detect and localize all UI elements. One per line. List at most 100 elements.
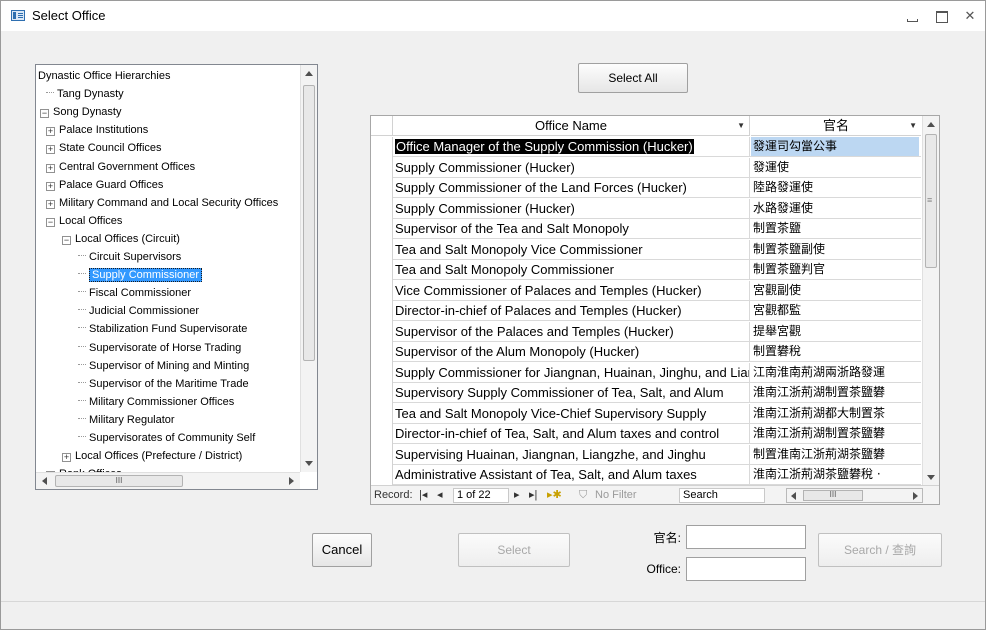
tree-item[interactable]: Military Regulator <box>78 412 175 429</box>
column-header-office-name[interactable]: Office Name ▼ <box>393 116 750 136</box>
tree-item[interactable]: + Palace Institutions <box>46 122 148 139</box>
chinese-name-cell[interactable]: 發運司勾當公事 <box>751 137 919 156</box>
tree-item[interactable]: Supervisorates of Community Self <box>78 430 255 447</box>
grid-search-field[interactable]: Search <box>679 488 765 503</box>
first-record-button[interactable]: |◂ <box>419 486 427 504</box>
tree-item[interactable]: Stabilization Fund Supervisorate <box>78 321 247 338</box>
expand-icon[interactable]: + <box>62 453 71 463</box>
chinese-name-cell[interactable]: 淮南江浙荊湖制置茶鹽礬 <box>751 383 919 402</box>
table-row[interactable]: Tea and Salt Monopoly Vice-Chief Supervi… <box>393 403 921 424</box>
chinese-name-cell[interactable]: 淮南江浙荊湖制置茶鹽礬 <box>751 424 919 443</box>
select-button[interactable]: Select <box>458 533 570 567</box>
table-row[interactable]: Director-in-chief of Palaces and Temples… <box>393 301 921 322</box>
tree-item[interactable]: Supervisorate of Horse Trading <box>78 340 241 357</box>
tree-item[interactable]: + Local Offices (Prefecture / District) <box>62 448 242 465</box>
table-row[interactable]: Vice Commissioner of Palaces and Temples… <box>393 280 921 301</box>
expand-icon[interactable]: + <box>46 181 55 191</box>
chinese-name-cell[interactable]: 制置茶鹽副使 <box>751 240 919 259</box>
chinese-name-cell[interactable]: 制置茶鹽 <box>751 219 919 238</box>
record-selector-column[interactable] <box>371 137 393 486</box>
table-row[interactable]: Supervisor of the Tea and Salt Monopoly 制… <box>393 219 921 240</box>
office-name-cell[interactable]: Office Manager of the Supply Commission … <box>393 137 750 156</box>
chinese-name-cell[interactable]: 宮觀副使 <box>751 281 919 300</box>
office-name-cell[interactable]: Supply Commissioner (Hucker) <box>393 157 750 177</box>
scroll-up-icon[interactable] <box>305 71 313 76</box>
minimize-button[interactable] <box>905 9 919 23</box>
tree-hscroll-thumb[interactable]: III <box>55 475 183 487</box>
chinese-name-input[interactable] <box>686 525 806 549</box>
chinese-name-cell[interactable]: 制置茶鹽判官 <box>751 260 919 279</box>
table-row[interactable]: Supply Commissioner (Hucker) 水路發運使 <box>393 198 921 219</box>
expand-icon[interactable]: + <box>46 199 55 209</box>
select-all-button[interactable]: Select All <box>578 63 688 93</box>
close-button[interactable]: ✕ <box>963 9 977 23</box>
tree-item[interactable]: Tang Dynasty <box>46 86 124 103</box>
office-name-cell[interactable]: Supervisor of the Alum Monopoly (Hucker) <box>393 342 750 361</box>
office-name-cell[interactable]: Supply Commissioner for Jiangnan, Huaina… <box>393 362 750 382</box>
table-row[interactable]: Supervisor of the Palaces and Temples (H… <box>393 321 921 342</box>
chinese-name-cell[interactable]: 制置淮南江浙荊湖茶鹽礬 <box>751 445 919 464</box>
tree-item[interactable]: − Song Dynasty <box>40 104 121 121</box>
expand-icon[interactable]: + <box>46 163 55 173</box>
office-results-grid[interactable]: Office Name ▼ 官名 ▼ Office Manager of the… <box>370 115 940 505</box>
scroll-right-icon[interactable] <box>289 477 294 485</box>
grid-hscroll-thumb[interactable]: III <box>803 490 863 501</box>
office-name-cell[interactable]: Vice Commissioner of Palaces and Temples… <box>393 280 750 300</box>
previous-record-button[interactable]: ◂ <box>437 486 443 504</box>
chinese-name-cell[interactable]: 陸路發運使 <box>751 178 919 197</box>
table-row[interactable]: Supervising Huainan, Jiangnan, Liangzhe,… <box>393 444 921 465</box>
tree-item[interactable]: Circuit Supervisors <box>78 249 181 266</box>
last-record-button[interactable]: ▸| <box>529 486 537 504</box>
office-name-cell[interactable]: Tea and Salt Monopoly Commissioner <box>393 260 750 279</box>
expand-icon[interactable]: + <box>46 127 55 137</box>
cancel-button[interactable]: Cancel <box>312 533 372 567</box>
chinese-name-cell[interactable]: 水路發運使 <box>751 199 919 218</box>
table-row[interactable]: Office Manager of the Supply Commission … <box>393 137 921 158</box>
next-record-button[interactable]: ▸ <box>514 486 520 504</box>
select-all-corner[interactable] <box>371 116 393 136</box>
chinese-name-cell[interactable]: 淮南江浙荊湖茶鹽礬稅 · <box>751 465 919 484</box>
tree-item[interactable]: − Local Offices (Circuit) <box>62 231 180 248</box>
chinese-name-cell[interactable]: 發運使 <box>751 158 919 177</box>
grid-vscroll-thumb[interactable] <box>925 134 937 268</box>
tree-item[interactable]: + Palace Guard Offices <box>46 177 163 194</box>
office-name-cell[interactable]: Administrative Assistant of Tea, Salt, a… <box>393 465 750 484</box>
table-row[interactable]: Supply Commissioner of the Land Forces (… <box>393 178 921 199</box>
scroll-down-icon[interactable] <box>305 461 313 466</box>
scroll-right-icon[interactable] <box>913 492 918 500</box>
scroll-left-icon[interactable] <box>791 492 796 500</box>
office-name-cell[interactable]: Supervisor of the Palaces and Temples (H… <box>393 321 750 341</box>
chinese-name-cell[interactable]: 淮南江浙荊湖都大制置茶 <box>751 404 919 423</box>
table-row[interactable]: Director-in-chief of Tea, Salt, and Alum… <box>393 424 921 445</box>
chinese-name-cell[interactable]: 制置礬稅 <box>751 342 919 361</box>
no-filter-button[interactable]: No Filter <box>595 486 637 504</box>
table-row[interactable]: Administrative Assistant of Tea, Salt, a… <box>393 465 921 486</box>
collapse-icon[interactable]: − <box>62 235 71 245</box>
tree-item[interactable]: Supply Commissioner <box>78 267 202 284</box>
new-record-button[interactable]: ▸✱ <box>547 486 562 504</box>
table-row[interactable]: Tea and Salt Monopoly Commissioner 制置茶鹽判官 <box>393 260 921 281</box>
tree-item[interactable]: + State Council Offices <box>46 140 162 157</box>
grid-vertical-scrollbar[interactable] <box>922 116 939 486</box>
chinese-name-cell[interactable]: 江南淮南荊湖兩浙路發運 <box>751 363 919 382</box>
tree-vertical-scrollbar[interactable] <box>300 65 317 472</box>
office-name-cell[interactable]: Tea and Salt Monopoly Vice Commissioner <box>393 239 750 259</box>
office-name-cell[interactable]: Tea and Salt Monopoly Vice-Chief Supervi… <box>393 403 750 423</box>
table-row[interactable]: Supervisor of the Alum Monopoly (Hucker)… <box>393 342 921 363</box>
table-row[interactable]: Supply Commissioner (Hucker) 發運使 <box>393 157 921 178</box>
tree-horizontal-scrollbar[interactable]: III <box>36 472 300 489</box>
scroll-down-icon[interactable] <box>927 475 935 480</box>
tree-item[interactable]: Dynastic Office Hierarchies <box>38 68 170 85</box>
tree-vscroll-thumb[interactable] <box>303 85 315 361</box>
tree-item[interactable]: Fiscal Commissioner <box>78 285 191 302</box>
tree-item[interactable]: Judicial Commissioner <box>78 303 199 320</box>
search-button[interactable]: Search / 查詢 <box>818 533 942 567</box>
tree-item[interactable]: Military Commissioner Offices <box>78 394 234 411</box>
office-hierarchy-tree[interactable]: Dynastic Office Hierarchies Tang Dynasty −… <box>35 64 318 490</box>
current-record-field[interactable]: 1 of 22 <box>453 488 509 503</box>
office-name-cell[interactable]: Supervising Huainan, Jiangnan, Liangzhe,… <box>393 444 750 464</box>
collapse-icon[interactable]: − <box>40 109 49 119</box>
table-row[interactable]: Supervisory Supply Commissioner of Tea, … <box>393 383 921 404</box>
office-input[interactable] <box>686 557 806 581</box>
tree-item[interactable]: − Local Offices <box>46 213 122 230</box>
